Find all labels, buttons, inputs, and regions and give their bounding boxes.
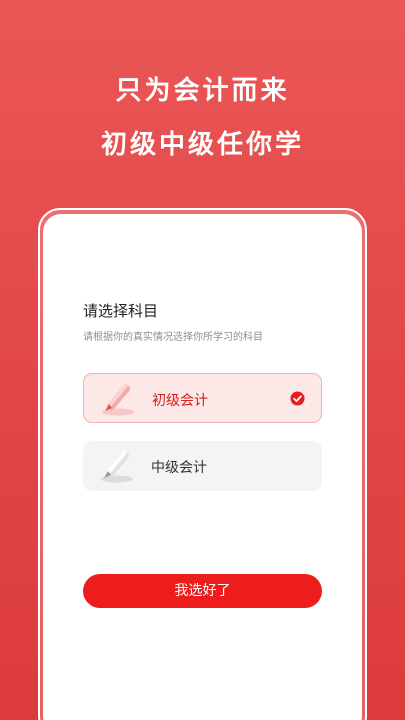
- pencil-icon: [102, 383, 134, 416]
- card-title: 请选择科目: [83, 302, 159, 320]
- option-junior-accounting[interactable]: 初级会计: [83, 373, 322, 423]
- check-icon: [290, 391, 305, 406]
- option-intermediate-accounting[interactable]: 中级会计: [83, 441, 322, 491]
- option-label: 中级会计: [151, 460, 207, 476]
- confirm-button[interactable]: 我选好了: [83, 574, 322, 608]
- subject-selection-card: 请选择科目 请根据你的真实情况选择你所学习的科目 初级会计 中级会计 我选好了: [43, 214, 362, 720]
- hero-title: 只为会计而来: [115, 76, 290, 106]
- card-subtitle: 请根据你的真实情况选择你所学习的科目: [83, 332, 263, 343]
- option-label: 初级会计: [152, 393, 208, 409]
- pencil-icon: [101, 450, 133, 483]
- hero-subtitle: 初级中级任你学: [100, 130, 304, 160]
